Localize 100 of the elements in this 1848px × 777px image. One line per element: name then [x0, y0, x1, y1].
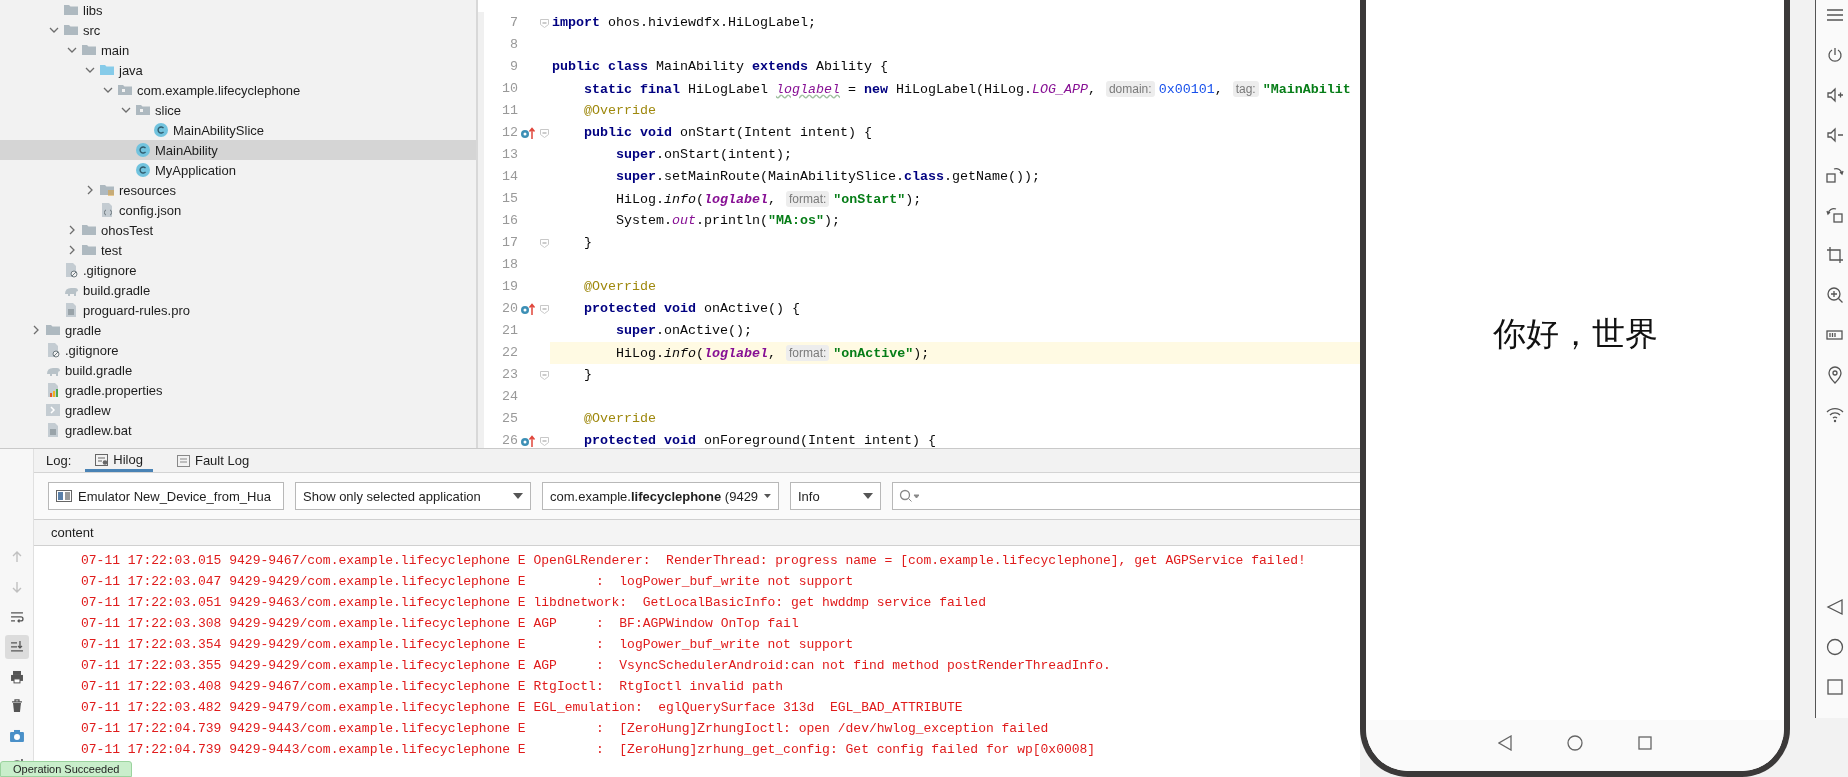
- tree-row[interactable]: ohosTest: [0, 220, 476, 240]
- code-line: @Override: [583, 102, 657, 120]
- search-field[interactable]: [892, 482, 1360, 510]
- file-name: gradlew: [65, 402, 111, 418]
- code-line: @Override: [583, 410, 657, 428]
- ignore-file-icon: [45, 342, 61, 358]
- tree-row[interactable]: proguard-rules.pro: [0, 300, 476, 320]
- caret-icon: [863, 493, 873, 499]
- overview-icon[interactable]: [1826, 678, 1844, 696]
- file-name: build.gradle: [65, 362, 133, 378]
- rotate-left-icon[interactable]: [1826, 206, 1844, 224]
- tree-row[interactable]: src: [0, 20, 476, 40]
- package-folder-icon: [117, 82, 133, 98]
- tree-row[interactable]: test: [0, 240, 476, 260]
- chevron-icon[interactable]: [67, 225, 77, 235]
- tree-row[interactable]: build.gradle: [0, 280, 476, 300]
- file-name: config.json: [119, 202, 182, 218]
- rotate-right-icon[interactable]: [1826, 166, 1844, 184]
- tree-row[interactable]: MyApplication: [0, 160, 476, 180]
- line-number: 23: [478, 364, 518, 386]
- line-number: 12: [478, 122, 518, 144]
- code-line: System.out.println("MA:os");: [615, 212, 841, 230]
- tree-row[interactable]: slice: [0, 100, 476, 120]
- location-icon[interactable]: [1826, 366, 1844, 384]
- menu-icon[interactable]: [1826, 6, 1844, 24]
- override-icon[interactable]: [520, 434, 536, 448]
- zoom-in-icon[interactable]: [1826, 286, 1844, 304]
- wifi-icon[interactable]: [1826, 406, 1844, 424]
- tree-row[interactable]: java: [0, 60, 476, 80]
- tree-row[interactable]: gradlew.bat: [0, 420, 476, 440]
- home-icon[interactable]: [1567, 734, 1583, 751]
- line-number: 8: [478, 34, 518, 56]
- override-icon[interactable]: [520, 302, 536, 316]
- class-icon: [135, 142, 151, 158]
- tree-row[interactable]: com.example.lifecyclephone: [0, 80, 476, 100]
- file-name: com.example.lifecyclephone: [137, 82, 301, 98]
- toast: Operation Succeeded: [0, 761, 133, 777]
- chevron-icon[interactable]: [67, 245, 77, 255]
- crop-icon[interactable]: [1826, 246, 1844, 264]
- log-tab[interactable]: Fault Log: [166, 449, 260, 472]
- line-number: 15: [478, 188, 518, 210]
- folder-icon: [63, 22, 79, 38]
- tree-row[interactable]: libs: [0, 0, 476, 20]
- chevron-icon[interactable]: [121, 105, 131, 115]
- tree-row[interactable]: gradle: [0, 320, 476, 340]
- log-line: 07-11 17:22:04.739 9429-9443/com.example.lifecyclephone E : [ZeroHung]ZrhungIoctl: open /dev/hwlog_exception failed: [81, 720, 1050, 738]
- override-icon[interactable]: [520, 126, 536, 140]
- code-line: }: [583, 366, 593, 384]
- code-line: import ohos.hiviewdfx.HiLogLabel;: [551, 14, 817, 32]
- tree-row[interactable]: resources: [0, 180, 476, 200]
- tree-row[interactable]: .gitignore: [0, 260, 476, 280]
- file-name: src: [83, 22, 101, 38]
- chevron-icon[interactable]: [85, 65, 95, 75]
- tree-row[interactable]: main: [0, 40, 476, 60]
- folder-icon: [81, 242, 97, 258]
- dropdown[interactable]: Info: [790, 482, 881, 510]
- volume-up-icon[interactable]: [1826, 86, 1844, 104]
- search-icon: [899, 489, 919, 503]
- file-name: test: [101, 242, 122, 258]
- home-icon[interactable]: [1826, 638, 1844, 656]
- power-icon[interactable]: [1826, 46, 1844, 64]
- file-name: build.gradle: [83, 282, 151, 298]
- tree-row[interactable]: build.gradle: [0, 360, 476, 380]
- tree-row[interactable]: .gitignore: [0, 340, 476, 360]
- back-icon[interactable]: [1498, 734, 1512, 751]
- log-line: 07-11 17:22:03.015 9429-9467/com.example.lifecyclephone E OpenGLRenderer: RenderThread: progress name = [com.example.lifecyclephone], get AGPService failed!: [81, 552, 1307, 570]
- file-name: resources: [119, 182, 177, 198]
- chevron-icon[interactable]: [49, 25, 59, 35]
- log-line: 07-11 17:22:03.355 9429-9429/com.example.lifecyclephone E AGP : VsyncSchedulerAndroid:can not find method postRenderThreadInfo.: [81, 657, 1112, 675]
- file-name: MyApplication: [155, 162, 236, 178]
- chevron-icon[interactable]: [103, 85, 113, 95]
- tree-row[interactable]: gradle.properties: [0, 380, 476, 400]
- file-name: .gitignore: [65, 342, 119, 358]
- volume-down-icon[interactable]: [1826, 126, 1844, 144]
- scroll-to-end-icon[interactable]: [4, 634, 29, 659]
- code-line: super.onStart(intent);: [615, 146, 793, 164]
- file-name: MainAbility: [155, 142, 218, 158]
- file-name: java: [119, 62, 143, 78]
- text-file-icon: [63, 302, 79, 318]
- code-line: public class MainAbility extends Ability {: [551, 58, 889, 76]
- file-name: gradlew.bat: [65, 422, 132, 438]
- chevron-icon[interactable]: [31, 325, 41, 335]
- class-icon: [153, 122, 169, 138]
- file-name: gradle.properties: [65, 382, 163, 398]
- chevron-icon[interactable]: [85, 185, 95, 195]
- back-icon[interactable]: [1826, 598, 1844, 616]
- file-name: MainAbilitySlice: [173, 122, 265, 138]
- document-icon: [176, 454, 190, 467]
- dropdown[interactable]: Emulator New_Device_from_Hua: [48, 482, 284, 510]
- tree-row[interactable]: MainAbilitySlice: [0, 120, 476, 140]
- tree-row[interactable]: MainAbility: [0, 140, 476, 160]
- dropdown[interactable]: com.example.lifecyclephone (9429: [542, 482, 779, 510]
- tree-row[interactable]: config.json: [0, 200, 476, 220]
- dropdown[interactable]: Show only selected application: [295, 482, 531, 510]
- line-number: 20: [478, 298, 518, 320]
- log-label: Log:: [46, 453, 72, 468]
- tree-row[interactable]: gradlew: [0, 400, 476, 420]
- chevron-icon[interactable]: [67, 45, 77, 55]
- file-name: gradle: [65, 322, 102, 338]
- overview-icon[interactable]: [1638, 735, 1652, 750]
